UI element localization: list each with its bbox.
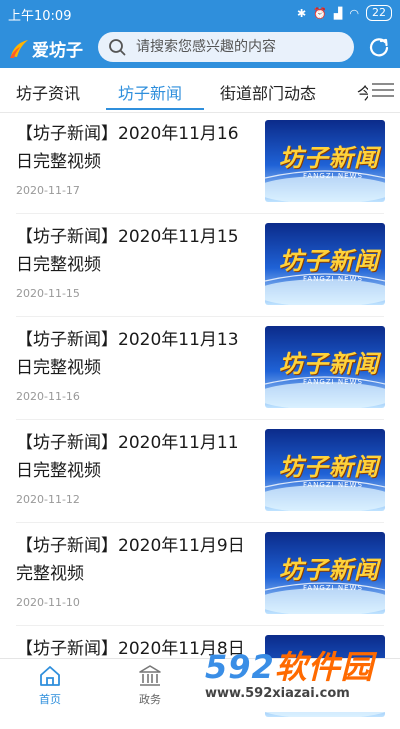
divider (16, 522, 384, 523)
divider (16, 625, 384, 626)
news-date: 2020-11-15 (16, 287, 80, 300)
divider (16, 213, 384, 214)
search-icon (109, 39, 126, 56)
news-title: 【坊子新闻】2020年11月11日完整视频 (16, 433, 239, 481)
app-bar: 爱坊子 (0, 28, 400, 68)
news-date: 2020-11-17 (16, 184, 80, 197)
government-icon (139, 665, 161, 686)
watermark-digits: 592 (205, 648, 275, 686)
thumbnail-title: 坊子新闻 (279, 556, 379, 584)
thumbnail-subtitle: FANGZI NEWS (303, 481, 363, 489)
nav-home[interactable]: 首页 (20, 663, 80, 707)
news-date: 2020-11-16 (16, 390, 80, 403)
thumbnail-subtitle: FANGZI NEWS (303, 275, 363, 283)
news-item[interactable]: 【坊子新闻】2020年11月15日完整视频 2020-11-15 坊子新闻 FAN… (0, 215, 400, 317)
thumbnail-subtitle: FANGZI NEWS (303, 584, 363, 592)
watermark-url: www.592xiazai.com (205, 686, 350, 701)
news-thumbnail: 坊子新闻FANGZI NEWS (265, 120, 385, 202)
divider (16, 419, 384, 420)
news-thumbnail: 坊子新闻FANGZI NEWS (265, 429, 385, 511)
news-item[interactable]: 【坊子新闻】2020年11月13日完整视频 2020-11-16 坊子新闻 FAN… (0, 318, 400, 420)
news-thumbnail: 坊子新闻FANGZI NEWS (265, 223, 385, 305)
news-item[interactable]: 【坊子新闻】2020年11月9日完整视频 2020-11-10 坊子新闻 FANG… (0, 524, 400, 626)
nav-government-label: 政务 (139, 693, 161, 706)
search-box[interactable] (98, 32, 354, 62)
refresh-icon[interactable] (368, 36, 390, 58)
home-icon (40, 666, 60, 686)
watermark-brand: 592软件园 (205, 642, 374, 688)
bluetooth-icon: ✱ (297, 6, 307, 20)
logo-icon (10, 39, 28, 58)
app-name: 爱坊子 (32, 41, 83, 61)
watermark-text: 软件园 (274, 648, 374, 686)
thumbnail-title: 坊子新闻 (279, 247, 379, 275)
signal-icon: ▟ (333, 6, 343, 20)
news-item[interactable]: 【坊子新闻】2020年11月11日完整视频 2020-11-12 坊子新闻 FAN… (0, 421, 400, 523)
menu-icon[interactable] (368, 80, 396, 100)
tab-fangzi-news[interactable]: 坊子新闻 (118, 80, 182, 104)
news-thumbnail: 坊子新闻FANGZI NEWS (265, 326, 385, 408)
status-icons: ✱ ⏰ ▟ ◠ 22 (297, 5, 392, 21)
news-date: 2020-11-10 (16, 596, 80, 609)
thumbnail-subtitle: FANGZI NEWS (303, 378, 363, 386)
thumbnail-subtitle: FANGZI NEWS (303, 172, 363, 180)
app-logo[interactable]: 爱坊子 (8, 36, 83, 61)
search-input[interactable] (134, 38, 348, 56)
tab-fangzi-info[interactable]: 坊子资讯 (16, 80, 80, 104)
active-tab-indicator (106, 108, 204, 110)
news-item[interactable]: 【坊子新闻】2020年11月16日完整视频 2020-11-17 坊子新闻 FAN… (0, 112, 400, 214)
divider (16, 316, 384, 317)
news-title: 【坊子新闻】2020年11月16日完整视频 (16, 124, 239, 172)
battery-level: 22 (366, 5, 392, 21)
news-date: 2020-11-12 (16, 493, 80, 506)
status-time: 上午10:09 (8, 9, 72, 24)
nav-home-label: 首页 (39, 693, 61, 706)
news-thumbnail: 坊子新闻FANGZI NEWS (265, 532, 385, 614)
category-tabs: 坊子资讯 坊子新闻 街道部门动态 今 (0, 68, 400, 113)
thumbnail-title: 坊子新闻 (279, 453, 379, 481)
watermark-logo: 592软件园 www.592xiazai.com (195, 638, 400, 711)
thumbnail-title: 坊子新闻 (279, 144, 379, 172)
tab-street-dept-news[interactable]: 街道部门动态 (220, 80, 316, 104)
alarm-icon: ⏰ (313, 6, 327, 20)
news-title: 【坊子新闻】2020年11月9日完整视频 (16, 536, 245, 584)
thumbnail-title: 坊子新闻 (279, 350, 379, 378)
news-title: 【坊子新闻】2020年11月15日完整视频 (16, 227, 239, 275)
news-title: 【坊子新闻】2020年11月13日完整视频 (16, 330, 239, 378)
status-bar: 上午10:09 ✱ ⏰ ▟ ◠ 22 (0, 0, 400, 28)
nav-government[interactable]: 政务 (120, 663, 180, 707)
wifi-icon: ◠ (349, 6, 359, 20)
